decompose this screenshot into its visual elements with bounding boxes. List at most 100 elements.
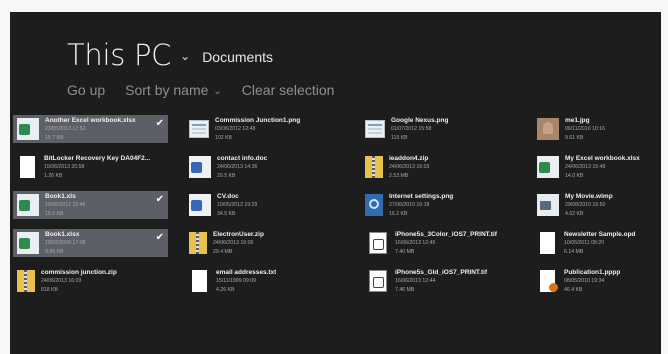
file-name: contact info.doc xyxy=(217,155,268,162)
file-meta: Google Nexus.png 01/07/2012 15:58 119 KB xyxy=(391,115,448,142)
settings-icon xyxy=(365,194,383,216)
file-name: BitLocker Recovery Key DA04F2... xyxy=(44,155,151,162)
file-size: 29.5 KB xyxy=(217,172,236,179)
file-meta: BitLocker Recovery Key DA04F2... 15/06/20… xyxy=(44,153,150,180)
tif-icon xyxy=(369,270,387,292)
tif-icon xyxy=(369,232,387,254)
file-date: 24/06/2013 14:36 xyxy=(217,164,258,171)
command-bar: Go up Sort by name ⌄ Clear selection xyxy=(67,82,354,98)
file-item[interactable]: email addresses.txt 15/11/1999 09:09 4.26 … xyxy=(185,267,340,295)
file-item[interactable]: Publication1.pppp 08/05/2010 19:34 46.4 KB xyxy=(533,267,661,295)
file-meta: My Movie.wlmp 29/08/2010 15:50 4.02 KB xyxy=(565,191,613,218)
file-date: 01/07/2012 15:58 xyxy=(391,126,432,133)
text-icon xyxy=(192,270,207,292)
file-item[interactable]: My Movie.wlmp 29/08/2010 15:50 4.02 KB xyxy=(533,191,661,219)
file-item[interactable]: BitLocker Recovery Key DA04F2... 15/06/20… xyxy=(13,153,168,181)
file-item[interactable]: ElectronUser.zip 24/06/2013 16:06 29.4 MB xyxy=(185,229,340,257)
file-date: 24/06/2013 16:03 xyxy=(389,164,430,171)
file-item[interactable]: CV.doc 10/05/2012 19:29 34.5 KB xyxy=(185,191,340,219)
file-item[interactable]: Book1.xlsx 18/03/2008 17:08 9.89 KB ✔ xyxy=(13,229,168,257)
page-title[interactable]: This PC xyxy=(67,38,171,72)
file-name: ElectronUser.zip xyxy=(213,231,264,238)
file-item[interactable]: contact info.doc 24/06/2013 14:36 29.5 KB xyxy=(185,153,340,181)
file-size: 6.14 MB xyxy=(564,248,584,255)
file-size: 9.89 KB xyxy=(45,248,64,255)
file-item[interactable]: My Excel workbook.xlsx 24/06/2013 15:48 14… xyxy=(533,153,661,181)
file-meta: email addresses.txt 15/11/1999 09:09 4.26 … xyxy=(216,267,276,294)
file-name: My Movie.wlmp xyxy=(565,193,613,200)
file-item[interactable]: Book1.xls 19/05/2012 15:46 16.5 KB ✔ xyxy=(13,191,168,219)
file-name: Google Nexus.png xyxy=(391,117,449,124)
file-meta: Publication1.pppp 08/05/2010 19:34 46.4 KB xyxy=(564,267,620,294)
file-date: 16/06/2013 12:44 xyxy=(395,278,436,285)
file-name: commission junction.zip xyxy=(41,269,117,276)
file-meta: ElectronUser.zip 24/06/2013 16:06 29.4 MB xyxy=(213,229,264,256)
file-name: Newsletter Sample.opd xyxy=(564,231,636,238)
file-item[interactable]: ieaddon4.zip 24/06/2013 16:03 2.53 MB xyxy=(361,153,516,181)
file-item[interactable]: Commission Junction1.png 03/06/2012 12:48… xyxy=(185,115,340,143)
file-date: 29/08/2010 15:50 xyxy=(565,202,606,209)
sort-by-name-dropdown[interactable]: Sort by name ⌄ xyxy=(125,82,222,98)
file-size: 4.26 KB xyxy=(216,286,235,293)
file-item[interactable]: Another Excel workbook.xlsx 23/05/2013 17… xyxy=(13,115,168,143)
file-name: Commission Junction1.png xyxy=(215,117,301,124)
excel-icon xyxy=(17,118,39,140)
file-date: 10/05/2011 09:20 xyxy=(564,240,604,247)
zip-icon xyxy=(189,232,207,254)
image-icon xyxy=(365,120,385,138)
file-name: iPhone5s_3Color_iOS7_PRINT.tif xyxy=(395,231,497,238)
file-meta: commission junction.zip 24/06/2013 16:03 8… xyxy=(41,267,117,294)
word-icon xyxy=(189,156,211,178)
file-date: 15/11/1999 09:09 xyxy=(216,278,256,285)
file-name: CV.doc xyxy=(217,193,239,200)
file-date: 03/06/2012 12:48 xyxy=(215,126,256,133)
file-meta: Commission Junction1.png 03/06/2012 12:48… xyxy=(215,115,300,142)
file-size: 29.4 MB xyxy=(213,248,233,255)
file-meta: My Excel workbook.xlsx 24/06/2013 15:48 14… xyxy=(565,153,640,180)
checkmark-icon: ✔ xyxy=(155,118,164,129)
file-size: 102 KB xyxy=(215,134,233,141)
photo-icon xyxy=(537,118,559,140)
zip-icon xyxy=(365,156,383,178)
file-name: Another Excel workbook.xlsx xyxy=(45,117,136,124)
file-meta: Book1.xls 19/05/2012 15:46 16.5 KB xyxy=(45,191,85,218)
file-date: 08/05/2010 19:34 xyxy=(564,278,605,285)
file-date: 24/06/2013 16:03 xyxy=(41,278,82,285)
file-item[interactable]: iPhone5s_3Color_iOS7_PRINT.tif 16/06/2013… xyxy=(361,229,516,257)
word-icon xyxy=(189,194,211,216)
document-icon xyxy=(540,232,555,254)
file-meta: Newsletter Sample.opd 10/05/2011 09:20 6.1… xyxy=(564,229,636,256)
file-meta: Another Excel workbook.xlsx 23/05/2013 17… xyxy=(45,115,136,142)
go-up-button[interactable]: Go up xyxy=(67,82,105,98)
file-meta: iPhone5s_Gld_iOS7_PRINT.tif 16/06/2013 12… xyxy=(395,267,487,294)
file-size: 15.7 KB xyxy=(45,134,64,141)
file-name: Internet settings.png xyxy=(389,193,454,200)
file-date: 27/06/2010 16:18 xyxy=(389,202,430,209)
chevron-down-icon[interactable]: ⌄ xyxy=(180,49,190,63)
file-item[interactable]: Google Nexus.png 01/07/2012 15:58 119 KB xyxy=(361,115,516,143)
breadcrumb-location[interactable]: Documents xyxy=(202,49,273,65)
publisher-icon xyxy=(540,270,558,292)
file-meta: iPhone5s_3Color_iOS7_PRINT.tif 16/06/2013… xyxy=(395,229,497,256)
document-icon xyxy=(20,156,35,178)
file-item[interactable]: iPhone5s_Gld_iOS7_PRINT.tif 16/06/2013 12… xyxy=(361,267,516,295)
file-item[interactable]: commission junction.zip 24/06/2013 16:03 8… xyxy=(13,267,168,295)
file-item[interactable]: Newsletter Sample.opd 10/05/2011 09:20 6.1… xyxy=(533,229,661,257)
file-date: 15/06/2013 20:58 xyxy=(44,164,85,171)
file-browser-screen: This PC ⌄ Documents Go up Sort by name ⌄ … xyxy=(10,12,661,354)
file-size: 2.53 MB xyxy=(389,172,409,179)
file-name: Book1.xls xyxy=(45,193,76,200)
file-item[interactable]: Internet settings.png 27/06/2010 16:18 16.… xyxy=(361,191,516,219)
file-size: 14.0 KB xyxy=(565,172,584,179)
movie-icon xyxy=(537,194,559,216)
file-name: My Excel workbook.xlsx xyxy=(565,155,640,162)
file-size: 7.40 MB xyxy=(395,248,415,255)
file-date: 23/05/2013 17:52 xyxy=(45,126,86,133)
excel-icon xyxy=(17,232,39,254)
clear-selection-button[interactable]: Clear selection xyxy=(242,82,335,98)
file-item[interactable]: me1.jpg 06/11/2010 10:16 9.61 KB xyxy=(533,115,661,143)
file-size: 7.46 MB xyxy=(395,286,415,293)
file-meta: CV.doc 10/05/2012 19:29 34.5 KB xyxy=(217,191,257,218)
file-date: 16/06/2013 12:45 xyxy=(395,240,436,247)
file-name: iPhone5s_Gld_iOS7_PRINT.tif xyxy=(395,269,488,276)
